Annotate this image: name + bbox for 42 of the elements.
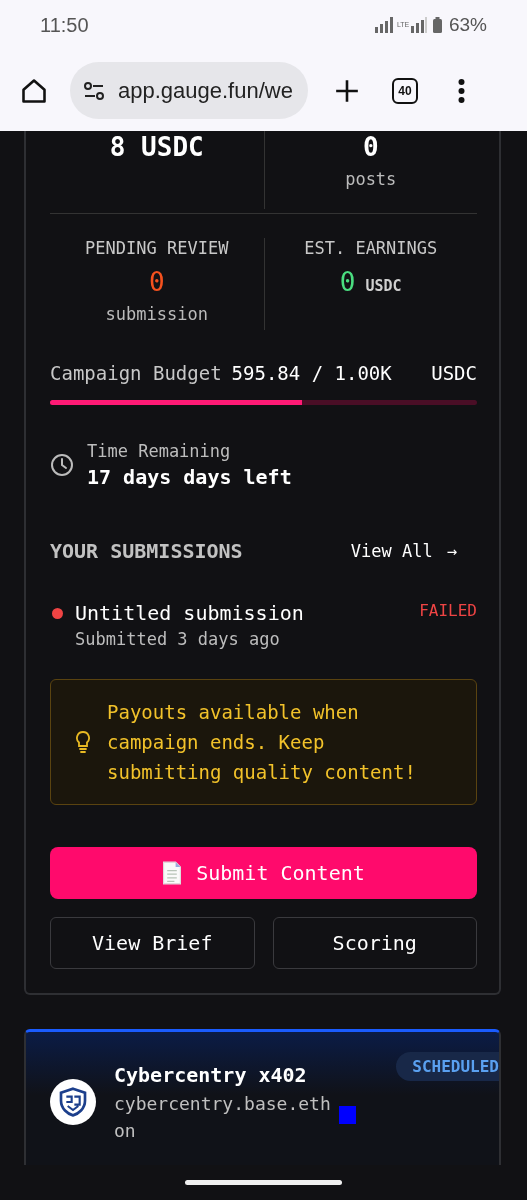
more-icon[interactable] <box>458 78 465 103</box>
square-icon <box>338 1106 356 1124</box>
budget-unit: USDC <box>431 362 477 384</box>
campaign-name[interactable]: Cybercentry x402 <box>114 1063 356 1087</box>
stat-unit: USDC <box>365 277 402 295</box>
plus-icon[interactable] <box>334 77 360 104</box>
secondary-button[interactable]: Scoring <box>272 917 477 969</box>
submission-date: Submitted 3 days ago <box>75 629 281 649</box>
notice-text: Payouts available when campaign ends. Keep submitting quality content! <box>107 700 417 785</box>
stat-value: 0 <box>339 266 356 298</box>
view-all-link[interactable]: View All → <box>350 541 457 561</box>
budget-amount: 595.84 / 1.00K <box>231 362 392 384</box>
battery-percent: 63% <box>448 14 487 36</box>
clock-icon <box>50 453 74 477</box>
address-bar[interactable]: app.gauge.fun/we <box>70 62 308 119</box>
status-label: FAILED <box>419 601 477 620</box>
campaign-status-text: on <box>114 1120 137 1141</box>
stat-value: 8 USDC <box>109 131 204 163</box>
home-icon[interactable] <box>20 76 48 105</box>
lightbulb-icon <box>75 730 91 754</box>
submit-content-button[interactable]: Submit Content <box>50 847 477 899</box>
signal-icon <box>410 17 427 33</box>
status-badge: SCHEDULED <box>396 1052 499 1081</box>
stat-caption: submission <box>105 304 208 324</box>
time-value: 17 days days left <box>87 465 292 489</box>
document-icon <box>162 861 183 885</box>
shield-icon <box>57 1086 89 1118</box>
campaign-handle: cybercentry.base.eth <box>114 1093 331 1114</box>
stat-value: 0 <box>148 266 165 298</box>
battery-icon <box>432 17 442 33</box>
stat-label: EST. EARNINGS <box>304 238 438 258</box>
tab-count-button[interactable]: 40 <box>392 77 418 104</box>
section-title: YOUR SUBMISSIONS <box>50 539 243 563</box>
secondary-button[interactable]: View Brief <box>50 917 255 969</box>
stat-value: 0 <box>362 131 379 163</box>
signal-icon <box>374 17 395 33</box>
stat-caption: posts <box>345 169 397 189</box>
time-label: Time Remaining <box>87 441 232 461</box>
submission-title[interactable]: Untitled submission <box>75 601 420 625</box>
budget-label: Campaign Budget <box>50 362 222 384</box>
clock-time: 11:50 <box>40 13 89 37</box>
stat-label: PENDING REVIEW <box>85 238 229 258</box>
